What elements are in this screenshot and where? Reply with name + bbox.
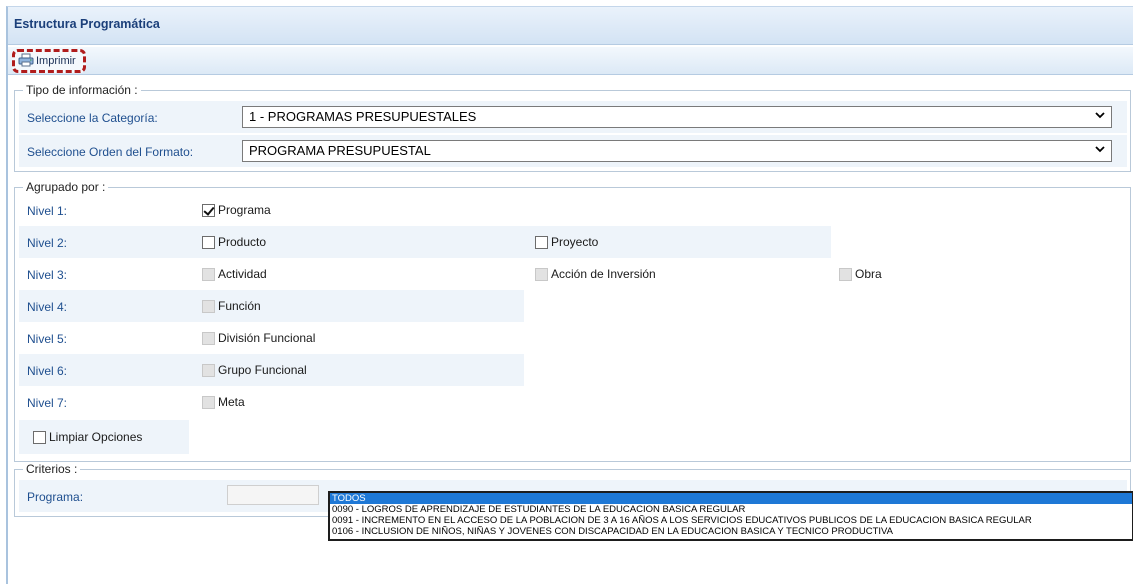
checkbox-checked-icon <box>202 203 215 217</box>
checkbox-disabled-icon <box>202 267 215 281</box>
programa-listbox[interactable]: TODOS 0090 - LOGROS DE APRENDIZAJE DE ES… <box>328 491 1133 541</box>
print-button-label: Imprimir <box>36 55 76 67</box>
criterios-legend: Criterios : <box>23 462 81 476</box>
actividad-checkbox[interactable]: Actividad <box>202 267 267 281</box>
checkbox-disabled-icon <box>202 299 215 313</box>
meta-label: Meta <box>218 395 245 409</box>
division-funcional-checkbox[interactable]: División Funcional <box>202 331 315 345</box>
nivel-4-label: Nivel 4: <box>27 300 68 314</box>
producto-checkbox[interactable]: Producto <box>202 235 266 249</box>
listbox-option[interactable]: 0090 - LOGROS DE APRENDIZAJE DE ESTUDIAN… <box>330 504 1132 515</box>
programa-label: Programa <box>218 203 271 217</box>
title-bar: Estructura Programática <box>8 7 1133 45</box>
categoria-label: Seleccione la Categoría: <box>27 111 158 125</box>
programa-criterio-input[interactable] <box>227 485 319 505</box>
obra-checkbox[interactable]: Obra <box>839 267 882 281</box>
grupo-funcional-checkbox[interactable]: Grupo Funcional <box>202 363 307 377</box>
report-window: Estructura Programática Imprimir Tipo de… <box>6 6 1133 584</box>
listbox-option[interactable]: 0091 - INCREMENTO EN EL ACCESO DE LA POB… <box>330 515 1132 526</box>
accion-inversion-label: Acción de Inversión <box>551 267 656 281</box>
nivel-2-row: Nivel 2: Producto Proyecto <box>19 226 831 258</box>
checkbox-disabled-icon <box>202 331 215 345</box>
listbox-option[interactable]: 0106 - INCLUSION DE NIÑOS, NIÑAS Y JOVEN… <box>330 526 1132 537</box>
nivel-7-label: Nivel 7: <box>27 396 68 410</box>
limpiar-opciones-label: Limpiar Opciones <box>49 430 143 444</box>
obra-label: Obra <box>855 267 882 281</box>
checkbox-disabled-icon <box>839 267 852 281</box>
categoria-row: Seleccione la Categoría: 1 - PROGRAMAS P… <box>19 101 1127 133</box>
nivel-5-row: Nivel 5: División Funcional <box>19 322 524 354</box>
proyecto-label: Proyecto <box>551 235 599 249</box>
funcion-checkbox[interactable]: Función <box>202 299 261 313</box>
nivel-2-label: Nivel 2: <box>27 236 68 250</box>
nivel-1-label: Nivel 1: <box>27 204 68 218</box>
categoria-select-value: 1 - PROGRAMAS PRESUPUESTALES <box>249 109 477 124</box>
nivel-3-label: Nivel 3: <box>27 268 68 282</box>
printer-icon <box>18 53 34 70</box>
funcion-label: Función <box>218 299 261 313</box>
accion-inversion-checkbox[interactable]: Acción de Inversión <box>535 267 656 281</box>
checkbox-disabled-icon <box>535 267 548 281</box>
nivel-7-row: Nivel 7: Meta <box>19 386 524 418</box>
print-button[interactable]: Imprimir <box>12 49 86 73</box>
chevron-down-icon <box>1095 112 1105 119</box>
nivel-6-label: Nivel 6: <box>27 364 68 378</box>
checkbox-icon <box>202 235 215 249</box>
orden-select[interactable]: PROGRAMA PRESUPUESTAL <box>242 140 1112 162</box>
grupo-funcional-label: Grupo Funcional <box>218 363 307 377</box>
orden-select-value: PROGRAMA PRESUPUESTAL <box>249 143 431 158</box>
toolbar: Imprimir <box>8 47 1133 75</box>
actividad-label: Actividad <box>218 267 267 281</box>
chevron-down-icon <box>1095 146 1105 153</box>
orden-label: Seleccione Orden del Formato: <box>27 145 194 159</box>
checkbox-disabled-icon <box>202 395 215 409</box>
nivel-5-label: Nivel 5: <box>27 332 68 346</box>
window-title: Estructura Programática <box>14 17 160 31</box>
agrupado-legend: Agrupado por : <box>23 180 109 194</box>
meta-checkbox[interactable]: Meta <box>202 395 245 409</box>
tipo-informacion-group: Tipo de información : Seleccione la Cate… <box>14 83 1131 172</box>
limpiar-opciones-checkbox[interactable]: Limpiar Opciones <box>33 430 142 444</box>
producto-label: Producto <box>218 235 267 249</box>
nivel-6-row: Nivel 6: Grupo Funcional <box>19 354 524 386</box>
proyecto-checkbox[interactable]: Proyecto <box>535 235 598 249</box>
nivel-1-row: Nivel 1: Programa <box>19 194 819 226</box>
orden-row: Seleccione Orden del Formato: PROGRAMA P… <box>19 135 1127 167</box>
programa-checkbox[interactable]: Programa <box>202 203 271 217</box>
division-funcional-label: División Funcional <box>218 331 316 345</box>
listbox-option[interactable]: TODOS <box>330 493 1132 504</box>
checkbox-disabled-icon <box>202 363 215 377</box>
nivel-4-row: Nivel 4: Función <box>19 290 524 322</box>
limpiar-row: Limpiar Opciones <box>19 420 189 454</box>
agrupado-group: Agrupado por : Nivel 1: Programa Nivel 2… <box>14 180 1131 462</box>
categoria-select[interactable]: 1 - PROGRAMAS PRESUPUESTALES <box>242 106 1112 128</box>
tipo-informacion-legend: Tipo de información : <box>23 83 141 97</box>
nivel-3-row: Nivel 3: Actividad Acción de Inversión O… <box>19 258 1019 290</box>
checkbox-icon <box>535 235 548 249</box>
programa-criterio-label: Programa: <box>27 490 84 504</box>
checkbox-icon <box>33 430 46 444</box>
